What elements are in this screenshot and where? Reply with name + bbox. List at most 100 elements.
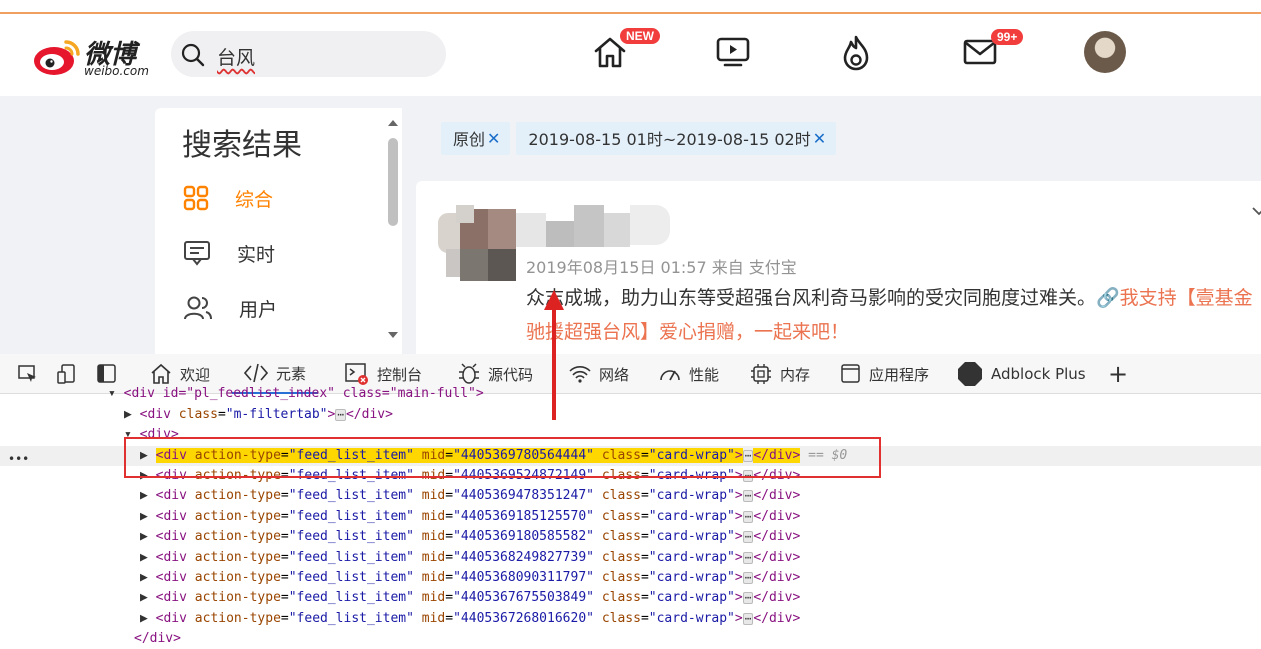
tab-label: 源代码 [488, 365, 534, 384]
tab-label: 欢迎 [180, 365, 211, 384]
post-text: 众志成城，助力山东等受超强台风利奇马影响的受灾同胞度过难关。🔗我支持【壹基金 驰… [526, 281, 1261, 349]
dom-line-feedlist[interactable]: ▾ <div id="pl_feedlist_index" class="mai… [108, 384, 1261, 404]
post-text-body: 众志成城，助力山东等受超强台风利奇马影响的受灾同胞度过难关。 [526, 287, 1097, 309]
dom-line-feed-item[interactable]: ▶ <div action-type="feed_list_item" mid=… [140, 568, 1261, 588]
highlight-box-annotation [124, 437, 881, 478]
search-input[interactable]: 台风 [217, 43, 255, 70]
new-badge: NEW [620, 28, 660, 44]
grid-icon [183, 185, 209, 211]
tab-label: 内存 [780, 365, 811, 384]
search-box[interactable]: 台风 [171, 31, 446, 77]
nav-hot[interactable] [839, 34, 873, 76]
dom-attr-value: "4405369478351247" [453, 488, 594, 503]
sidebar-item-label: 综合 [235, 188, 274, 211]
dom-line-close[interactable]: </div> [134, 629, 1261, 649]
video-icon [716, 37, 750, 67]
post-link[interactable]: 🔗我支持【壹基金 [1096, 287, 1253, 309]
dom-line-feed-item[interactable]: ▶ <div action-type="feed_list_item" mid=… [140, 548, 1261, 568]
ellipsis-icon[interactable]: ⋯ [742, 510, 754, 523]
dom-close-tag: </div> [753, 488, 801, 503]
filter-tags: 原创 ✕ 2019-08-15 01时~2019-08-15 02时 ✕ [441, 122, 837, 155]
tab-label: 网络 [599, 365, 630, 384]
gauge-icon [660, 370, 680, 381]
bug-icon [459, 363, 479, 384]
device-emulation-icon[interactable] [57, 364, 77, 388]
dom-attr: class [601, 590, 641, 605]
ellipsis-icon[interactable]: ⋯ [742, 612, 754, 625]
sidebar-item-realtime[interactable]: 实时 [183, 233, 383, 273]
dom-text: <div id="pl_feedlist_index" class="main-… [123, 386, 484, 401]
weibo-logo[interactable]: 微博 weibo.com [32, 34, 162, 82]
post-meta: 2019年08月15日 01:57 来自 支付宝 [526, 258, 797, 277]
nav-video[interactable] [716, 34, 750, 72]
nav-home[interactable]: NEW [592, 28, 660, 74]
user-avatar[interactable] [1084, 31, 1126, 73]
wifi-icon [569, 366, 591, 383]
dom-attr: class [178, 407, 218, 422]
dom-attr: class [601, 570, 641, 585]
dom-close-tag: </div> [753, 550, 801, 565]
ellipsis-icon[interactable]: ⋯ [742, 530, 754, 543]
dom-attr: class [601, 611, 641, 626]
close-icon[interactable]: ✕ [487, 129, 500, 148]
sidebar-item-users[interactable]: 用户 [183, 288, 383, 328]
filter-tag-time-range[interactable]: 2019-08-15 01时~2019-08-15 02时 ✕ [516, 122, 837, 155]
ellipsis-icon[interactable]: ⋯ [335, 408, 346, 421]
nav-messages[interactable]: 99+ [963, 29, 1024, 72]
site-header: 微博 weibo.com 台风 NEW 99+ [0, 14, 1261, 96]
dom-close-tag: </div> [753, 590, 801, 605]
inspect-element-icon[interactable] [18, 364, 38, 388]
logo-domain: weibo.com [84, 64, 149, 78]
scrollbar-thumb[interactable] [388, 138, 398, 226]
ellipsis-icon[interactable]: ⋯ [742, 571, 754, 584]
dom-attr: mid [421, 509, 446, 524]
chip-icon [751, 364, 771, 384]
dom-attr-value: "card-wrap" [648, 509, 735, 524]
home-icon [151, 363, 171, 384]
dom-attr-value: "4405367675503849" [453, 590, 594, 605]
dom-attr: action-type [194, 509, 281, 524]
dom-attr: action-type [194, 570, 281, 585]
dom-attr-value: "card-wrap" [648, 611, 735, 626]
dom-line-feed-item[interactable]: ▶ <div action-type="feed_list_item" mid=… [140, 527, 1261, 547]
dom-line-feed-item[interactable]: ▶ <div action-type="feed_list_item" mid=… [140, 507, 1261, 527]
tab-label: 应用程序 [869, 365, 930, 384]
post-link-continued[interactable]: 驰援超强台风】爱心捐赠，一起来吧！ [526, 321, 849, 343]
dom-attr-value: "4405367268016620" [453, 611, 594, 626]
gutter-more-icon[interactable]: ••• [8, 452, 29, 466]
dom-attr-value: "feed_list_item" [288, 590, 414, 605]
message-icon [184, 241, 210, 266]
ellipsis-icon[interactable]: ⋯ [742, 489, 754, 502]
dom-line-filtertab[interactable]: ▶ <div class="m-filtertab"> ⋯ </div> [124, 405, 1261, 425]
sidebar-title: 搜索结果 [182, 128, 302, 163]
ellipsis-icon[interactable]: ⋯ [742, 591, 754, 604]
dom-tag: div [147, 407, 171, 422]
tab-label: 元素 [276, 364, 307, 383]
chevron-down-icon[interactable] [1252, 201, 1261, 222]
dom-line-feed-item[interactable]: ▶ <div action-type="feed_list_item" mid=… [140, 486, 1261, 506]
ellipsis-icon[interactable]: ⋯ [742, 551, 754, 564]
dom-attr-value: "card-wrap" [648, 590, 735, 605]
dom-attr-value: "4405369185125570" [453, 509, 594, 524]
dom-attr-value: "card-wrap" [648, 570, 735, 585]
search-icon[interactable] [181, 43, 205, 67]
dom-tree: ▾ <div id="pl_feedlist_index" class="mai… [0, 386, 1261, 646]
sidebar-scrollbar[interactable] [384, 112, 402, 352]
sidebar-item-comprehensive[interactable]: 综合 [183, 178, 383, 218]
dom-line-feed-item[interactable]: ▶ <div action-type="feed_list_item" mid=… [140, 588, 1261, 608]
dom-attr-value: "card-wrap" [648, 529, 735, 544]
dom-close-tag: </div> [753, 529, 801, 544]
dom-attr: class [601, 550, 641, 565]
dom-line-feed-item[interactable]: ▶ <div action-type="feed_list_item" mid=… [140, 609, 1261, 629]
dom-attr: action-type [194, 488, 281, 503]
close-icon[interactable]: ✕ [813, 129, 826, 148]
dom-close-tag: </div> [753, 509, 801, 524]
tab-label: 控制台 [377, 365, 423, 384]
filter-tag-original[interactable]: 原创 ✕ [441, 122, 511, 155]
dom-attr-value: "card-wrap" [648, 550, 735, 565]
dom-attr-value: "feed_list_item" [288, 509, 414, 524]
flame-icon [843, 35, 869, 71]
dom-attr: mid [421, 611, 446, 626]
dom-attr: mid [421, 570, 446, 585]
filter-tag-label: 原创 [453, 130, 486, 149]
